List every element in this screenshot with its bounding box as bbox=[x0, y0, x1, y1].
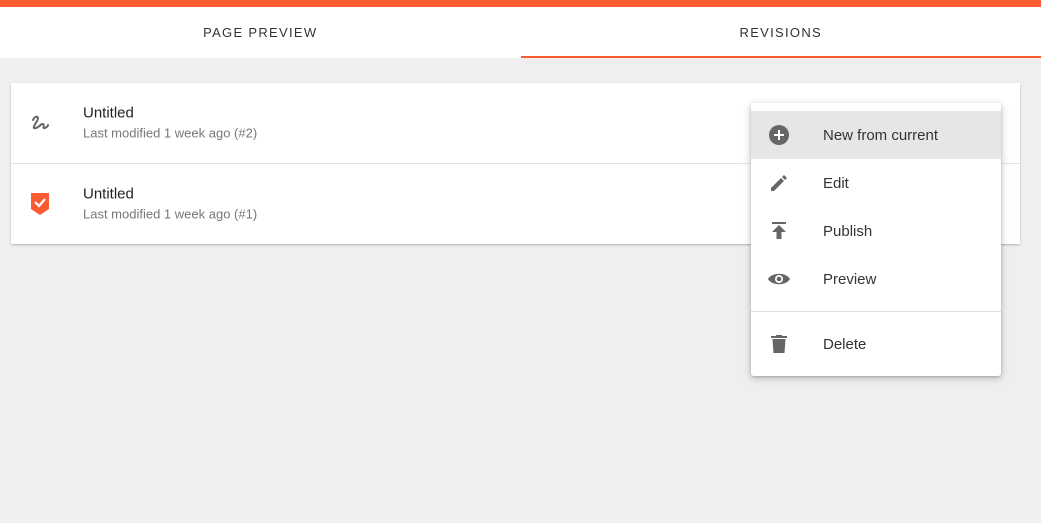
tab-page-preview[interactable]: PAGE PREVIEW bbox=[0, 7, 521, 58]
menu-item-edit[interactable]: Edit bbox=[751, 159, 1001, 207]
trash-icon bbox=[767, 332, 791, 356]
published-check-badge-icon bbox=[29, 192, 51, 216]
menu-item-label: Delete bbox=[823, 335, 867, 353]
menu-item-label: New from current bbox=[823, 126, 939, 144]
eye-icon bbox=[767, 267, 791, 291]
menu-item-label: Edit bbox=[823, 174, 849, 192]
top-accent-bar bbox=[0, 0, 1041, 7]
tab-revisions[interactable]: REVISIONS bbox=[520, 7, 1041, 58]
draft-squiggle-icon bbox=[29, 111, 51, 135]
menu-item-preview[interactable]: Preview bbox=[751, 255, 1001, 303]
revision-title: Untitled bbox=[83, 104, 134, 122]
revision-title: Untitled bbox=[83, 185, 134, 203]
menu-item-new-from-current[interactable]: New from current bbox=[751, 111, 1001, 159]
revision-subtitle: Last modified 1 week ago (#2) bbox=[83, 125, 258, 141]
menu-divider bbox=[751, 311, 1001, 312]
menu-item-label: Publish bbox=[823, 222, 873, 240]
menu-item-label: Preview bbox=[823, 270, 877, 288]
revision-context-menu: New from current Edit Publish Preview De… bbox=[751, 103, 1001, 376]
revision-subtitle: Last modified 1 week ago (#1) bbox=[83, 206, 258, 222]
add-circle-icon bbox=[767, 123, 791, 147]
menu-item-publish[interactable]: Publish bbox=[751, 207, 1001, 255]
publish-icon bbox=[767, 219, 791, 243]
tab-bar: PAGE PREVIEW REVISIONS bbox=[0, 7, 1041, 58]
menu-item-delete[interactable]: Delete bbox=[751, 320, 1001, 368]
pencil-icon bbox=[767, 171, 791, 195]
